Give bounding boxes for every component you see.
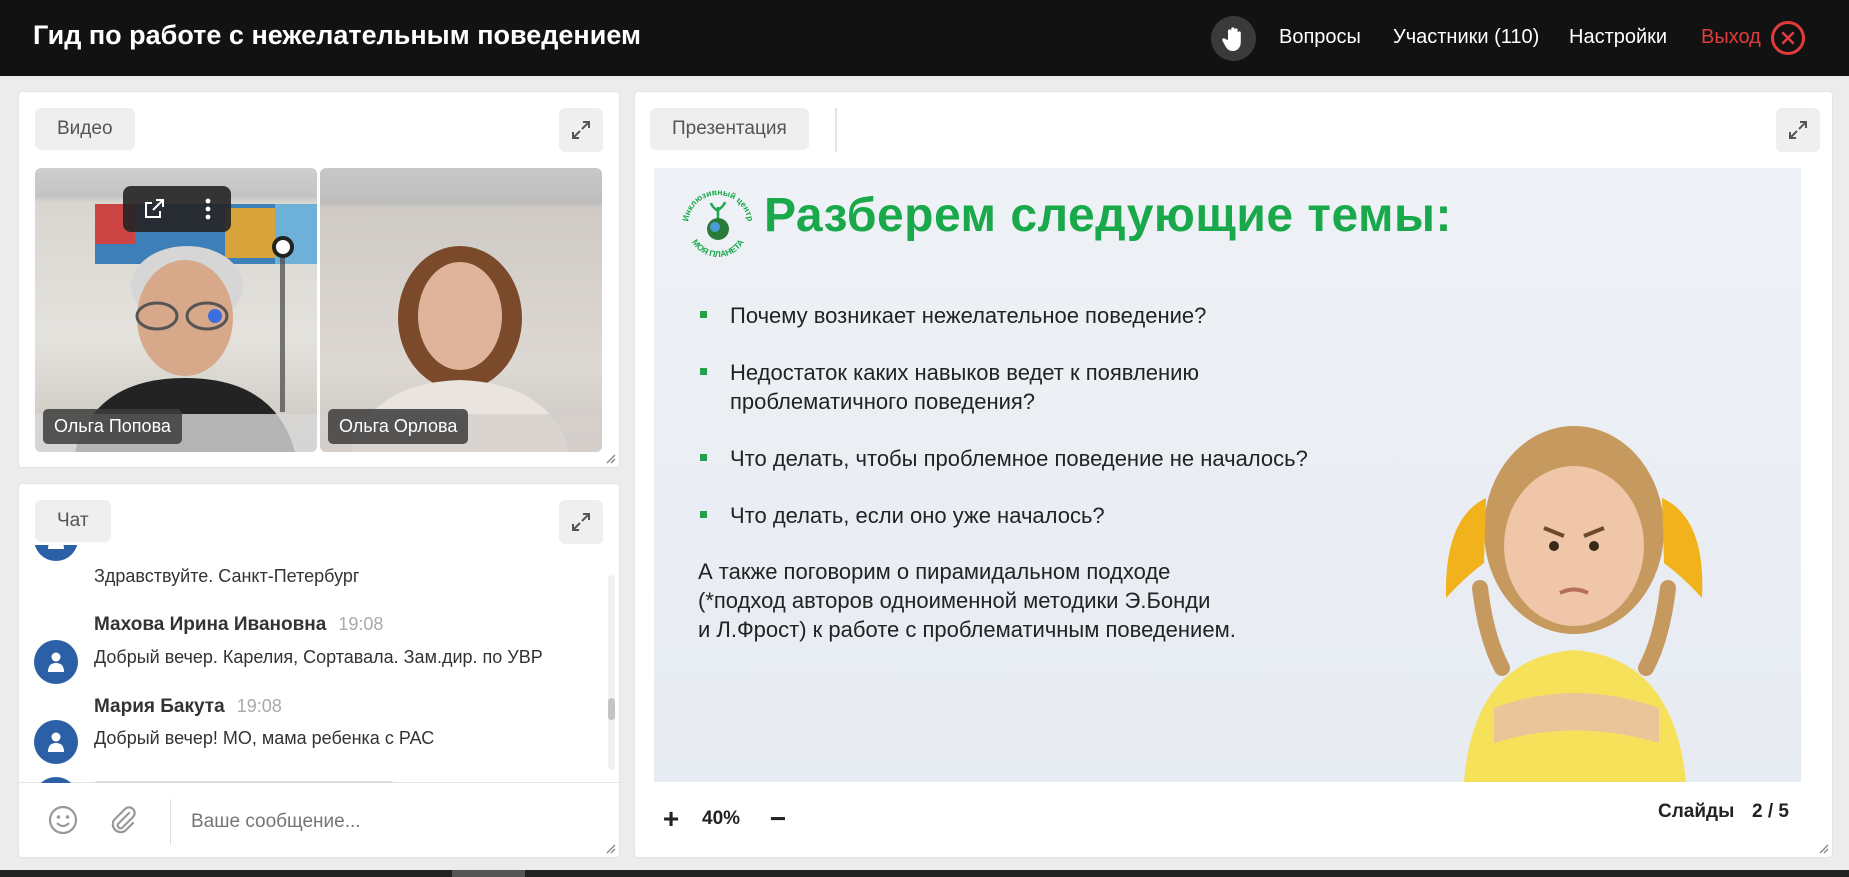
user-icon — [48, 732, 64, 752]
avatar — [34, 720, 78, 764]
slide-extra-text: А также поговорим о пирамидальном подход… — [698, 559, 1236, 642]
slides-label: Слайды — [1658, 801, 1735, 822]
user-icon — [48, 545, 64, 549]
raise-hand-button[interactable] — [1211, 16, 1256, 61]
video-tile[interactable]: Ольга Попова — [35, 168, 317, 452]
video-expand-button[interactable] — [559, 108, 603, 152]
logo-image: Инклюзивный центр МОЯ ПЛАНЕТА — [680, 187, 756, 259]
chat-message-list: Здравствуйте. Санкт-Петербург Махова Ири… — [18, 545, 608, 783]
slides-counter: 2 / 5 — [1752, 801, 1789, 822]
zoom-out-button[interactable]: − — [767, 804, 789, 834]
participant-name: Ольга Попова — [43, 409, 182, 444]
bottom-strip — [0, 870, 1849, 877]
nav-exit[interactable]: Выход — [1701, 26, 1761, 49]
zoom-in-button[interactable]: + — [660, 804, 682, 834]
chat-author: Мария Бакута 19:08 — [94, 696, 282, 717]
avatar — [34, 640, 78, 684]
zoom-level: 40% — [702, 808, 741, 829]
avatar — [34, 545, 78, 561]
chat-panel-label: Чат — [35, 500, 111, 542]
chat-message-text: Добрый вечер! МО, мама ребенка с РАС — [94, 728, 435, 748]
chat-scrollbar-thumb[interactable] — [608, 698, 615, 720]
nav-questions[interactable]: Вопросы — [1279, 26, 1361, 49]
avatar — [34, 777, 78, 783]
slide-title: Разберем следующие темы: — [764, 189, 1452, 242]
close-icon — [1781, 31, 1795, 45]
nav-settings[interactable]: Настройки — [1569, 26, 1667, 49]
resize-handle-icon[interactable] — [1819, 844, 1829, 854]
expand-icon — [572, 513, 590, 531]
resize-handle-icon[interactable] — [606, 454, 616, 464]
chat-expand-button[interactable] — [559, 500, 603, 544]
chat-author: Махова Ирина Ивановна 19:08 — [94, 614, 384, 635]
slide-child-image — [1445, 426, 1703, 782]
chat-scrollbar[interactable] — [608, 575, 615, 770]
page-title: Гид по работе с нежелательным поведением — [33, 20, 641, 50]
nav-participants[interactable]: Участники (110) — [1393, 26, 1539, 49]
participant-name: Ольга Орлова — [328, 409, 469, 444]
chat-message-input[interactable] — [191, 800, 601, 844]
resize-handle-icon[interactable] — [606, 844, 616, 854]
external-link-icon[interactable] — [142, 197, 166, 221]
presentation-slide: Инклюзивный центр МОЯ ПЛАНЕТА Разберем с… — [654, 168, 1801, 782]
video-panel-label: Видео — [35, 108, 135, 150]
video-tile[interactable]: Ольга Орлова — [320, 168, 602, 452]
more-vertical-icon[interactable] — [204, 197, 212, 221]
expand-icon — [572, 121, 590, 139]
hand-icon — [1221, 26, 1241, 51]
chat-message-text: Здравствуйте. Санкт-Петербург — [94, 566, 360, 586]
exit-button[interactable] — [1771, 21, 1805, 55]
presentation-panel-label: Презентация — [650, 108, 809, 150]
bottom-strip-marker — [452, 870, 525, 877]
top-bar: Гид по работе с нежелательным поведением… — [0, 0, 1849, 76]
emoji-icon[interactable] — [47, 804, 79, 836]
chat-time: 19:08 — [338, 614, 384, 634]
video-controls — [123, 186, 231, 232]
chat-time: 19:08 — [236, 696, 282, 716]
svg-text:МОЯ ПЛАНЕТА: МОЯ ПЛАНЕТА — [690, 237, 746, 259]
attach-icon[interactable] — [107, 804, 139, 836]
presentation-expand-button[interactable] — [1776, 108, 1820, 152]
chat-message-text: Добрый вечер. Карелия, Сортавала. Зам.ди… — [94, 647, 543, 667]
user-icon — [48, 652, 64, 672]
expand-icon — [1789, 121, 1807, 139]
